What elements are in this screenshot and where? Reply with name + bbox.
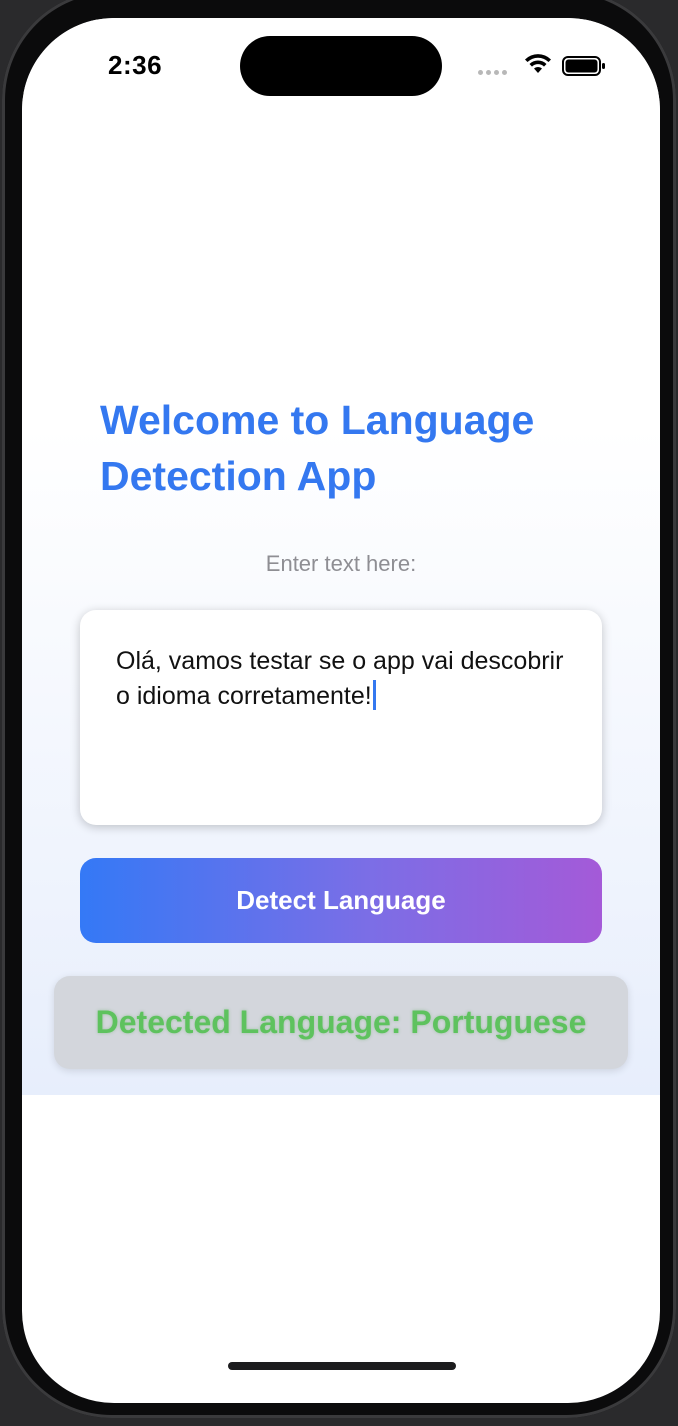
device-frame: Welcome to Language Detection App Enter … xyxy=(0,0,678,1426)
detect-language-button[interactable]: Detect Language xyxy=(80,858,602,943)
wifi-icon xyxy=(525,54,551,73)
battery-icon xyxy=(562,56,605,76)
dynamic-island xyxy=(240,36,442,96)
app-screen: Welcome to Language Detection App Enter … xyxy=(22,18,660,1403)
input-prompt-label: Enter text here: xyxy=(265,551,417,576)
home-indicator[interactable] xyxy=(228,1362,456,1370)
result-box: Detected Language: Portuguese xyxy=(54,976,628,1069)
text-cursor xyxy=(372,680,376,710)
cellular-signal-icon xyxy=(478,70,507,75)
page-title: Welcome to Language Detection App xyxy=(100,397,535,499)
app-content: Welcome to Language Detection App Enter … xyxy=(22,18,660,1095)
text-input-area[interactable]: Olá, vamos testar se o app vai descobrir… xyxy=(80,610,602,825)
text-input-value[interactable]: Olá, vamos testar se o app vai descobrir… xyxy=(116,647,563,710)
status-bar: 2:36 xyxy=(22,18,660,118)
status-time: 2:36 xyxy=(108,50,163,80)
detected-language-text: Detected Language: Portuguese xyxy=(95,1004,587,1040)
